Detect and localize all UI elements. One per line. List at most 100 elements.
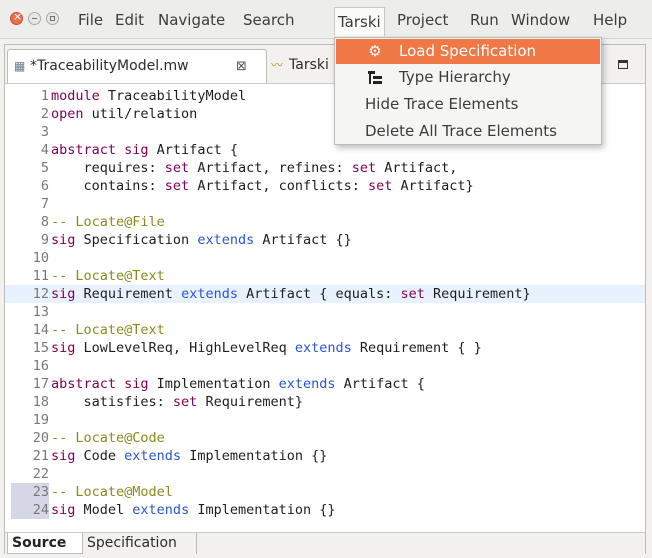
code-comment: -- Locate@File <box>51 214 165 230</box>
tab-traceability-model[interactable]: ▦ *TraceabilityModel.mw ⊠ <box>7 49 267 83</box>
window-minimize-button[interactable] <box>28 12 41 25</box>
menu-item-label: Delete All Trace Elements <box>365 122 557 140</box>
code-line[interactable]: 23 -- Locate@Model <box>5 483 645 501</box>
model-file-icon: ▦ <box>14 59 26 73</box>
code-token: Artifact { <box>335 376 425 392</box>
code-text: abstract sig Implementation extends Arti… <box>51 375 425 393</box>
code-text: module TraceabilityModel <box>51 87 246 105</box>
code-keyword: set <box>164 160 190 176</box>
menu-navigate[interactable]: Navigate <box>154 8 229 32</box>
menu-edit[interactable]: Edit <box>111 8 148 32</box>
code-line[interactable]: 12 sig Requirement extends Artifact { equ… <box>5 285 645 303</box>
line-number: 13 <box>32 304 49 320</box>
code-line[interactable]: 6 contains: set Artifact, conflicts: set… <box>5 177 645 195</box>
code-token: Artifact} <box>392 178 474 194</box>
menu-tarski[interactable]: Tarski <box>334 7 385 36</box>
code-token: Model <box>75 502 133 518</box>
line-number: 24 <box>11 501 49 519</box>
line-number: 14 <box>32 322 49 338</box>
line-number: 5 <box>40 160 49 176</box>
menu-item-type-hierarchy[interactable]: Type Hierarchy <box>336 65 600 90</box>
code-editor[interactable]: 1 module TraceabilityModel 2 open util/rela… <box>5 84 645 534</box>
code-line[interactable]: 9 sig Specification extends Artifact {} <box>5 231 645 249</box>
window-maximize-button[interactable] <box>46 12 59 25</box>
code-token: Implementation <box>148 376 279 392</box>
code-line[interactable]: 18 satisfies: set Requirement} <box>5 393 645 411</box>
menu-item-label: Hide Trace Elements <box>365 95 519 113</box>
code-keyword: extends <box>124 448 182 464</box>
code-token: Artifact, <box>376 160 458 176</box>
code-text: contains: set Artifact, conflicts: set A… <box>51 177 474 195</box>
code-text: sig Model extends Implementation {} <box>51 501 336 519</box>
code-token: LowLevelReq, HighLevelReq <box>75 340 295 356</box>
code-line[interactable]: 21 sig Code extends Implementation {} <box>5 447 645 465</box>
code-line[interactable]: 11 -- Locate@Text <box>5 267 645 285</box>
code-keyword: extends <box>294 340 352 356</box>
line-number: 17 <box>32 376 49 392</box>
code-token: contains: <box>51 178 165 194</box>
line-number: 21 <box>32 448 49 464</box>
code-line[interactable]: 8 -- Locate@File <box>5 213 645 231</box>
code-text: -- Locate@File <box>51 213 165 231</box>
code-line[interactable]: 5 requires: set Artifact, refines: set A… <box>5 159 645 177</box>
code-comment: -- Locate@Code <box>51 430 165 446</box>
menu-item-load-specification[interactable]: ⚙ Load Specification <box>336 39 600 64</box>
menu-item-hide-trace-elements[interactable]: Hide Trace Elements <box>336 92 600 117</box>
line-number: 4 <box>40 142 49 158</box>
line-number: 12 <box>32 286 49 302</box>
code-line[interactable]: 16 <box>5 357 645 375</box>
code-line[interactable]: 7 <box>5 195 645 213</box>
menu-help[interactable]: Help <box>589 8 631 32</box>
code-comment: -- Locate@Text <box>51 268 165 284</box>
menu-item-delete-all-trace-elements[interactable]: Delete All Trace Elements <box>336 119 600 144</box>
code-text: sig Code extends Implementation {} <box>51 447 327 465</box>
code-keyword: set <box>172 394 198 410</box>
code-text: open util/relation <box>51 105 197 123</box>
code-token: Artifact {} <box>254 232 352 248</box>
code-text: sig Specification extends Artifact {} <box>51 231 352 249</box>
code-keyword: sig <box>51 340 76 356</box>
line-number: 7 <box>40 196 49 212</box>
code-text: -- Locate@Text <box>51 267 165 285</box>
menu-project[interactable]: Project <box>393 8 452 32</box>
line-number: 16 <box>32 358 49 374</box>
code-line[interactable]: 20 -- Locate@Code <box>5 429 645 447</box>
line-number: 10 <box>32 250 49 266</box>
code-line[interactable]: 19 <box>5 411 645 429</box>
menu-window[interactable]: Window <box>507 8 574 32</box>
code-line[interactable]: 14 -- Locate@Text <box>5 321 645 339</box>
code-token: TraceabilityModel <box>99 88 247 104</box>
menu-search[interactable]: Search <box>239 8 299 32</box>
close-tab-icon[interactable]: ⊠ <box>236 50 247 83</box>
code-keyword: extends <box>197 232 255 248</box>
code-keyword: set <box>368 178 393 194</box>
code-token: Specification <box>75 232 198 248</box>
line-number: 15 <box>32 340 49 356</box>
code-line[interactable]: 13 <box>5 303 645 321</box>
line-number: 3 <box>40 124 49 140</box>
code-line[interactable]: 15 sig LowLevelReq, HighLevelReq extends … <box>5 339 645 357</box>
code-line[interactable]: 10 <box>5 249 645 267</box>
line-number: 9 <box>40 232 49 248</box>
tarski-view-icon: 〰 <box>271 58 284 72</box>
code-line[interactable]: 17 abstract sig Implementation extends Ar… <box>5 375 645 393</box>
code-keyword: sig <box>51 232 76 248</box>
line-number: 20 <box>32 430 49 446</box>
code-line[interactable]: 22 <box>5 465 645 483</box>
code-keyword: set <box>351 160 377 176</box>
tab-source[interactable]: Source <box>7 533 83 554</box>
code-line[interactable]: 24 sig Model extends Implementation {} <box>5 501 645 519</box>
maximize-view-icon[interactable] <box>618 60 628 69</box>
code-keyword: module <box>51 88 100 104</box>
line-number: 6 <box>40 178 49 194</box>
menu-run[interactable]: Run <box>466 8 503 32</box>
tab-specification[interactable]: Specification <box>83 533 197 554</box>
tab-label: *TraceabilityModel.mw <box>30 58 189 74</box>
line-number: 18 <box>32 394 49 410</box>
code-keyword: open <box>51 106 84 122</box>
code-token: Artifact, refines: <box>189 160 352 176</box>
line-number: 8 <box>40 214 49 230</box>
menu-file[interactable]: File <box>74 8 107 32</box>
window-close-button[interactable] <box>10 10 23 25</box>
code-token: Artifact { equals: <box>237 286 401 302</box>
